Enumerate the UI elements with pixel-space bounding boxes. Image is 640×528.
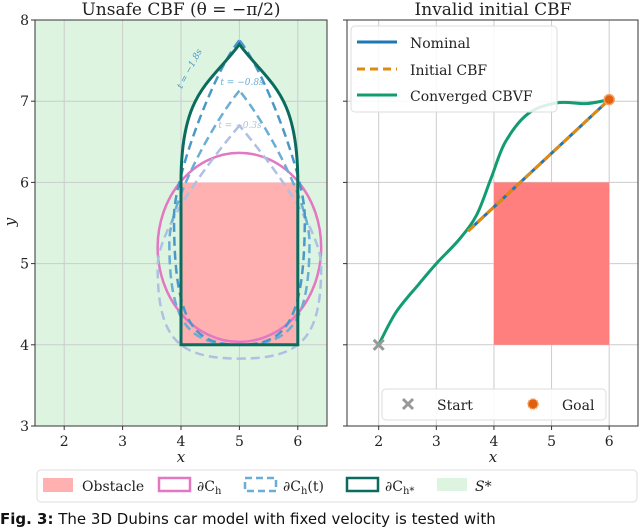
x-tick-label: 3 [118, 434, 127, 450]
legend-initial-cbf-label: Initial CBF [410, 63, 487, 79]
caption-text: The 3D Dubins car model with fixed veloc… [53, 510, 495, 528]
y-tick-label: 6 [20, 175, 29, 191]
figure: t = −0.3st = −0.8st = −1.8s Unsafe CBF (… [0, 0, 639, 528]
obstacle-swatch [43, 478, 73, 492]
bottom-legend: Obstacle ∂Ch ∂Ch(t) ∂Ch* S* [36, 469, 638, 503]
right-legend-bottom: Start Goal [381, 388, 607, 421]
y-tick-label: 8 [20, 13, 29, 29]
right-panel: Invalid initial CBF 23456 x Nominal Init… [343, 0, 639, 466]
y-tick-label: 4 [20, 338, 29, 354]
caption-label: Fig. 3: [0, 510, 53, 528]
time-annotation: t = −0.8s [220, 78, 264, 88]
left-panel: t = −0.3st = −0.8st = −1.8s Unsafe CBF (… [1, 0, 328, 466]
legend-start-label: Start [437, 398, 473, 414]
right-title: Invalid initial CBF [415, 0, 572, 20]
x-tick-label: 5 [547, 434, 556, 450]
legend-obstacle-label: Obstacle [82, 479, 144, 495]
x-tick-label: 3 [432, 434, 441, 450]
goal-icon [527, 398, 539, 410]
left-ylabel: y [1, 217, 19, 227]
right-legend-top: Nominal Initial CBF Converged CBVF [350, 25, 558, 113]
legend-nominal-label: Nominal [410, 36, 471, 52]
left-obstacle [181, 182, 298, 345]
legend-goal-label: Goal [562, 398, 595, 414]
figure-caption: Fig. 3: The 3D Dubins car model with fix… [0, 510, 496, 528]
time-annotation: t = −0.3s [218, 121, 262, 131]
x-tick-label: 2 [60, 434, 69, 450]
legend-sstar-label: S* [475, 479, 492, 495]
x-tick-label: 5 [235, 434, 244, 450]
right-obstacle [493, 182, 610, 345]
y-tick-label: 3 [20, 419, 29, 435]
sstar-swatch [437, 478, 467, 491]
y-tick-label: 5 [20, 257, 29, 273]
right-xlabel: x [489, 448, 498, 466]
x-tick-label: 6 [293, 434, 302, 450]
goal-marker [603, 93, 615, 106]
left-title: Unsafe CBF (θ = −π/2) [81, 0, 280, 20]
x-tick-label: 6 [605, 434, 614, 450]
left-xlabel: x [177, 448, 186, 466]
y-tick-label: 7 [20, 94, 29, 110]
x-tick-label: 2 [374, 434, 383, 450]
legend-converged-label: Converged CBVF [410, 89, 533, 105]
